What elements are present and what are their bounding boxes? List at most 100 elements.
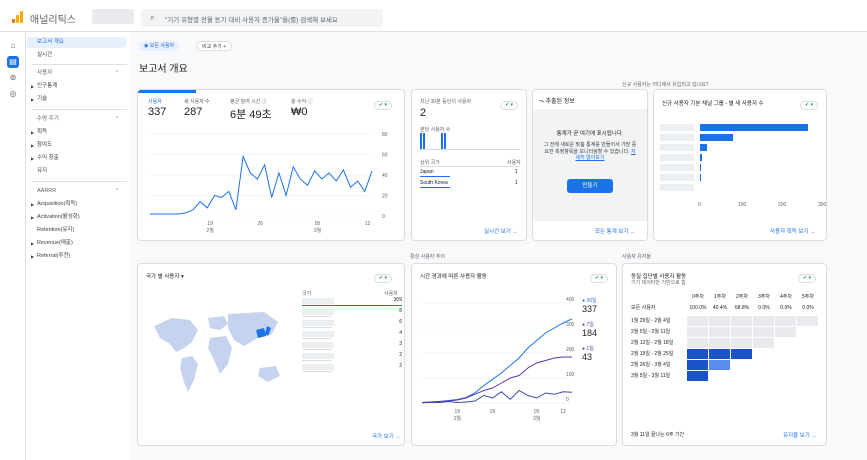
cohort-cell[interactable] [731,327,752,337]
cohort-cell[interactable] [687,338,708,348]
channel-bar[interactable] [700,134,733,141]
checkmark-dropdown-icon[interactable]: ✔ ▾ [374,274,392,283]
sidebar-group-lifecycle[interactable]: 수명 주기 ⌃ [27,114,127,125]
metric-label[interactable]: 사용자 [148,98,162,105]
home-icon[interactable]: ⌂ [7,40,19,52]
x-tick-label: 12 [365,221,371,227]
sidebar-item-label: 수명 주기 [37,116,59,122]
cohort-cell[interactable] [731,349,752,359]
sidebar-item-retention[interactable]: 유지 [27,166,127,177]
explore-icon[interactable]: ⊚ [7,72,19,84]
sidebar-item-demographics[interactable]: ▶ 인구통계 [27,81,127,92]
view-all-insights-link[interactable]: 모든 통계 보기 → [595,227,635,235]
overview-line-chart: 80 60 40 20 0 192월 26 053월 12 [150,132,388,234]
country-name-redacted [302,364,334,370]
channel-card: 신규 사용자 기본 채널 그룹 - 별 새 사용자 수 ✔ ▾ 0 100 200 3… [653,89,827,241]
sidebar-item-monetization[interactable]: ▶ 수익 창출 [27,153,127,164]
all-users-chip[interactable]: ◉ 모든 사용자 [139,41,180,51]
channel-bar[interactable] [700,174,701,181]
cohort-cell[interactable] [753,316,774,326]
sidebar-item-aarrr-retention[interactable]: Retention(유지) [27,225,127,236]
cohort-card: 동질 집단별 사용자 활동 기기 데이터만 기반으로 함 ✔ ▾ 0주차 1주차 2… [622,263,827,446]
divider [420,166,520,167]
cohort-cell[interactable] [709,360,730,370]
advertising-icon[interactable]: ◎ [7,88,19,100]
cohort-cell[interactable] [687,316,708,326]
cohort-cell[interactable] [687,360,708,370]
checkmark-dropdown-icon[interactable]: ✔ ▾ [500,101,518,110]
view-realtime-link[interactable]: 실시간 보기 → [484,227,518,235]
cohort-cell[interactable] [687,349,708,359]
cohort-row-label: 2월 19일 - 2월 25일 [631,351,674,357]
checkmark-dropdown-icon[interactable]: ✔ ▾ [800,101,818,110]
checkmark-dropdown-icon[interactable]: ✔ ▾ [798,274,816,283]
sidebar-item-aarrr-referral[interactable]: ▶ Referral(추천) [27,251,127,262]
x-tick-label: 0 [698,202,701,208]
selected-metric-indicator [138,90,196,93]
sidebar-item-acquisition[interactable]: ▶ 획득 [27,127,127,138]
metric-label[interactable]: 새 사용자 수 [184,98,210,105]
view-countries-link[interactable]: 국가 보기 → [372,432,401,440]
week-header: 1주차 [714,294,726,300]
cohort-cell[interactable] [687,327,708,337]
channel-bar-chart: 0 100 200 300 [660,120,826,215]
insights-headline: 통계가 곧 여기에 표시됩니다. [556,131,624,137]
reports-icon[interactable]: ▤ [7,56,19,68]
share-bar [302,371,332,372]
country-title[interactable]: 국가 별 사용자 ▾ [146,272,184,280]
sidebar-item-realtime[interactable]: 실시간 [27,50,127,61]
country-value: 2 [399,352,402,358]
create-button[interactable]: 만들기 [567,179,613,193]
sidebar-item-aarrr-revenue[interactable]: ▶ Revenue(매출) [27,238,127,249]
sidebar-item-label: 실시간 [37,52,53,58]
view-acquisition-link[interactable]: 사용자 획득 보기 → [770,227,816,235]
metric-value: ₩0 [291,106,308,118]
cohort-cell[interactable] [709,349,730,359]
sidebar-item-engagement[interactable]: ▶ 참여도 [27,140,127,151]
cohort-cell[interactable] [731,338,752,348]
app-title: 애널리틱스 [30,15,76,26]
channel-bar[interactable] [700,124,808,131]
sidebar-group-user[interactable]: 사용자 ⌃ [27,68,127,79]
sidebar-group-aarrr[interactable]: AARRR ⌃ [27,186,127,197]
x-tick-label: 2월 [206,227,214,234]
cohort-cell[interactable] [709,338,730,348]
sidebar-item-overview[interactable]: 보고서 개요 [27,37,127,48]
cohort-row-label: 2월 12일 - 2월 18일 [631,340,674,346]
sidebar-item-aarrr-activation[interactable]: ▶ Activation(활성화) [27,212,127,223]
sidebar-item-label: Acquisition(획득) [37,201,78,207]
checkmark-dropdown-icon[interactable]: ✔ ▾ [374,101,392,110]
checkmark-dropdown-icon[interactable]: ✔ ▾ [590,274,608,283]
cohort-cell[interactable] [731,316,752,326]
metric-label[interactable]: 평균 참여 시간 ⓘ [230,98,267,105]
cohort-cell[interactable] [753,327,774,337]
channel-label-redacted [660,154,694,161]
cohort-cell[interactable] [709,327,730,337]
cohort-cell[interactable] [753,338,774,348]
analytics-logo-icon[interactable] [12,11,23,23]
x-tick-label: 3월 [314,227,322,234]
search-box[interactable]: ⌕ "기기 유형별 전월 동기 대비 사용자 증가율"을(를) 검색해 보세요 [141,9,383,27]
cohort-cell[interactable] [797,316,818,326]
share-bar [420,187,450,188]
cohort-cell[interactable] [687,371,708,381]
channel-bar[interactable] [700,144,708,151]
caret-right-icon: ▶ [31,156,35,161]
metric-label[interactable]: 총 수익 ⓘ [291,98,313,105]
cohort-cell[interactable] [775,316,796,326]
all-users-value: 68.8% [734,305,750,311]
view-retention-link[interactable]: 유지율 보기 → [783,431,817,439]
x-tick-label: 200 [778,202,787,208]
realtime-col2: 사용자 [507,160,521,166]
channel-bar[interactable] [700,154,702,161]
add-comparison-button[interactable]: 비교 추가 + [196,41,233,51]
channel-bar[interactable] [700,164,701,171]
channel-label-redacted [660,174,694,181]
country-name-redacted [302,320,334,326]
sidebar-item-tech[interactable]: ▶ 기술 [27,94,127,105]
cohort-cell[interactable] [775,327,796,337]
insights-card: ⤳ 추출된 정보 통계가 곧 여기에 표시됩니다. 그 전에 새로운 맞춤 통계… [532,89,648,241]
cohort-cell[interactable] [709,316,730,326]
sidebar-item-aarrr-acquisition[interactable]: ▶ Acquisition(획득) [27,199,127,210]
account-selector[interactable] [92,9,134,24]
